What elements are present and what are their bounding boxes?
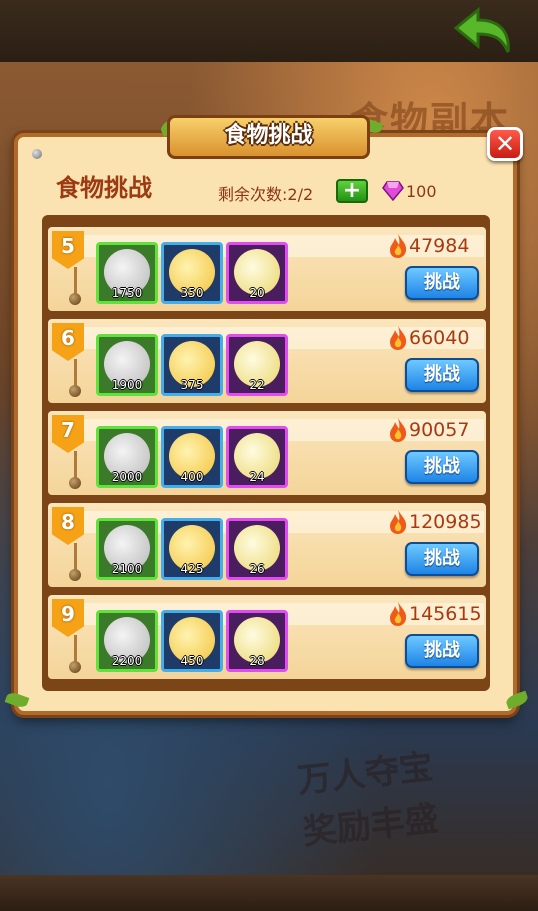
reward-count: 350 [180,286,204,300]
challenge-row: 7 2000 400 24 90057 挑战 [48,411,486,495]
reward-item-rice-bowl[interactable]: 22 [226,334,288,396]
bottom-tabs [0,889,538,911]
level-flag: 5 [52,231,84,269]
fire-icon [390,418,407,442]
fire-icon [390,326,407,350]
flag-knob [69,569,81,581]
screw-icon [32,149,42,159]
reward-item-tofu[interactable]: 1750 [96,242,158,304]
power-value: 47984 [409,235,470,257]
reward-count: 400 [180,470,204,484]
flag-knob [69,293,81,305]
remaining-attempts: 剩余次数:2/2 [218,185,314,204]
challenge-button[interactable]: 挑战 [405,542,479,576]
challenge-button[interactable]: 挑战 [405,634,479,668]
reward-count: 24 [249,470,265,484]
flag-pole [74,543,77,571]
reward-item-rice-bowl[interactable]: 26 [226,518,288,580]
flag-pole [74,635,77,663]
add-attempts-button[interactable]: + [336,179,368,203]
power-value: 90057 [409,419,470,441]
reward-count: 375 [180,378,204,392]
reward-item-fried-tofu[interactable]: 375 [161,334,223,396]
reward-item-tofu[interactable]: 2200 [96,610,158,672]
reward-count: 28 [249,654,265,668]
level-flag: 8 [52,507,84,545]
reward-count: 2000 [111,470,143,484]
reward-item-tofu[interactable]: 2100 [96,518,158,580]
challenge-button[interactable]: 挑战 [405,358,479,392]
reward-item-tofu[interactable]: 1900 [96,334,158,396]
reward-count: 425 [180,562,204,576]
background-promo: 万人夺宝 奖励丰盛 [295,741,441,859]
reward-item-fried-tofu[interactable]: 450 [161,610,223,672]
flag-knob [69,385,81,397]
close-button[interactable]: ✕ [487,127,523,161]
fire-icon [390,602,407,626]
reward-item-rice-bowl[interactable]: 28 [226,610,288,672]
reward-count: 20 [249,286,265,300]
reward-item-fried-tofu[interactable]: 400 [161,426,223,488]
dialog-title-banner: 食物挑战 [167,115,370,159]
reward-count: 1900 [111,378,143,392]
gem-icon [382,181,404,201]
reward-count: 2100 [111,562,143,576]
reward-item-tofu[interactable]: 2000 [96,426,158,488]
reward-count: 2200 [111,654,143,668]
flag-knob [69,477,81,489]
level-flag: 6 [52,323,84,361]
challenge-button[interactable]: 挑战 [405,266,479,300]
flag-pole [74,267,77,295]
challenge-row: 8 2100 425 26 120985 挑战 [48,503,486,587]
reward-item-fried-tofu[interactable]: 350 [161,242,223,304]
power-value: 145615 [409,603,482,625]
back-arrow-icon[interactable] [448,6,516,58]
level-flag: 7 [52,415,84,453]
reward-count: 22 [249,378,265,392]
level-flag: 9 [52,599,84,637]
reward-item-fried-tofu[interactable]: 425 [161,518,223,580]
panel-title: 食物挑战 [56,174,152,202]
reward-count: 26 [249,562,265,576]
challenge-row: 6 1900 375 22 66040 挑战 [48,319,486,403]
gem-count: 100 [406,182,437,201]
challenge-button[interactable]: 挑战 [405,450,479,484]
power-value: 120985 [409,511,482,533]
reward-count: 450 [180,654,204,668]
flag-pole [74,359,77,387]
flag-knob [69,661,81,673]
challenge-row: 5 1750 350 20 47984 挑战 [48,227,486,311]
challenge-row: 9 2200 450 28 145615 挑战 [48,595,486,679]
reward-count: 1750 [111,286,143,300]
fire-icon [390,510,407,534]
flag-pole [74,451,77,479]
reward-item-rice-bowl[interactable]: 24 [226,426,288,488]
reward-item-rice-bowl[interactable]: 20 [226,242,288,304]
power-value: 66040 [409,327,470,349]
fire-icon [390,234,407,258]
